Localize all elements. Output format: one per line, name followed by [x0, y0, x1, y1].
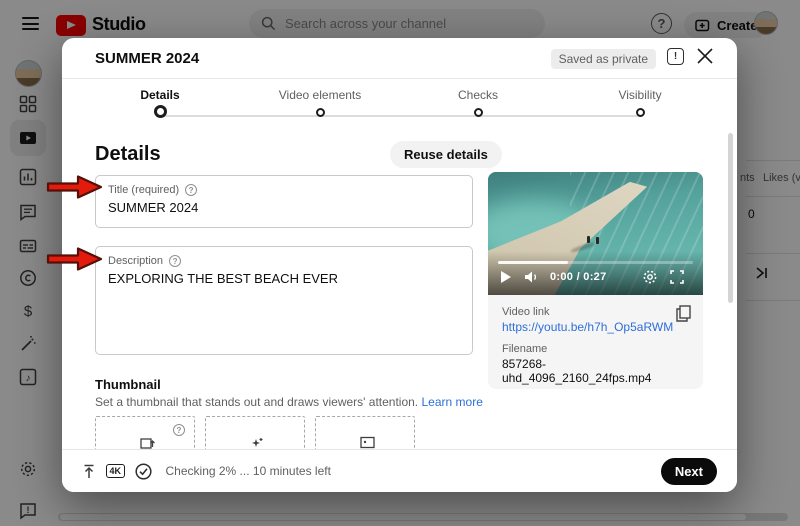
step-dot-active: [154, 105, 167, 118]
annotation-arrow-title: [46, 174, 104, 200]
title-help-icon[interactable]: ?: [185, 184, 197, 196]
filename-value: 857268-uhd_4096_2160_24fps.mp4: [502, 357, 689, 385]
saved-status-badge: Saved as private: [551, 49, 656, 69]
description-field-value[interactable]: EXPLORING THE BEST BEACH EVER: [108, 271, 460, 286]
step-checks[interactable]: Checks: [408, 88, 548, 117]
thumbnail-caption: Set a thumbnail that stands out and draw…: [95, 395, 483, 409]
test-compare-icon: [360, 436, 375, 449]
test-compare-thumbnail-option[interactable]: [315, 416, 415, 449]
filename-label: Filename: [502, 343, 689, 355]
player-progress-bar[interactable]: [498, 261, 693, 264]
upload-file-icon: [140, 436, 155, 449]
player-progress-buffered: [498, 261, 568, 264]
video-info-panel: Video link https://youtu.be/h7h_Op5aRWM …: [488, 295, 703, 389]
auto-generated-thumbnail-option[interactable]: [205, 416, 305, 449]
auto-sparkle-icon: [250, 436, 264, 449]
dialog-scrollbar[interactable]: [728, 133, 733, 303]
header-divider: [62, 78, 737, 79]
step-visibility[interactable]: Visibility: [570, 88, 710, 117]
annotation-arrow-description: [46, 246, 104, 272]
video-link-label: Video link: [502, 306, 689, 318]
player-time-display: 0:00 / 0:27: [550, 271, 607, 283]
quality-badge: 4K: [106, 464, 125, 478]
upload-thumbnail-option[interactable]: ?: [95, 416, 195, 449]
description-field[interactable]: Description ? EXPLORING THE BEST BEACH E…: [95, 246, 473, 355]
processing-status: Checking 2% ... 10 minutes left: [166, 464, 331, 478]
step-details[interactable]: Details: [90, 88, 230, 118]
thumbnail-help-icon[interactable]: ?: [173, 424, 185, 436]
fullscreen-icon[interactable]: [670, 270, 684, 284]
player-settings-icon[interactable]: [642, 269, 658, 285]
step-dot: [316, 108, 325, 117]
person-figure: [596, 237, 599, 244]
next-button[interactable]: Next: [661, 458, 717, 485]
person-figure: [587, 236, 590, 243]
description-help-icon[interactable]: ?: [169, 255, 181, 267]
checks-done-icon: [135, 463, 152, 480]
thumbnail-heading: Thumbnail: [95, 377, 161, 392]
title-field[interactable]: Title (required) ? SUMMER 2024: [95, 175, 473, 228]
stepper-connector: [160, 115, 640, 117]
step-dot: [474, 108, 483, 117]
copy-link-icon[interactable]: [676, 305, 691, 322]
screen: Studio Search across your channel ? Crea…: [0, 0, 800, 526]
step-dot: [636, 108, 645, 117]
video-player[interactable]: 0:00 / 0:27: [488, 172, 703, 295]
thumbnail-options: ?: [95, 416, 475, 449]
close-icon[interactable]: [696, 47, 714, 65]
upload-dialog: SUMMER 2024 Saved as private ! Details V…: [62, 38, 737, 492]
title-field-label: Title (required): [108, 184, 179, 196]
description-field-label: Description: [108, 255, 163, 267]
dialog-footer: 4K Checking 2% ... 10 minutes left Next: [62, 449, 737, 492]
title-field-value[interactable]: SUMMER 2024: [108, 200, 460, 215]
details-section-heading: Details: [95, 143, 161, 166]
dialog-title: SUMMER 2024: [95, 50, 199, 67]
play-icon[interactable]: [500, 270, 512, 284]
feedback-icon[interactable]: !: [667, 48, 684, 65]
video-link-url[interactable]: https://youtu.be/h7h_Op5aRWM: [502, 320, 689, 334]
upload-progress-icon: [82, 464, 96, 479]
reuse-details-button[interactable]: Reuse details: [390, 141, 502, 168]
step-video-elements[interactable]: Video elements: [250, 88, 390, 117]
learn-more-link[interactable]: Learn more: [422, 395, 483, 409]
volume-icon[interactable]: [524, 270, 540, 284]
